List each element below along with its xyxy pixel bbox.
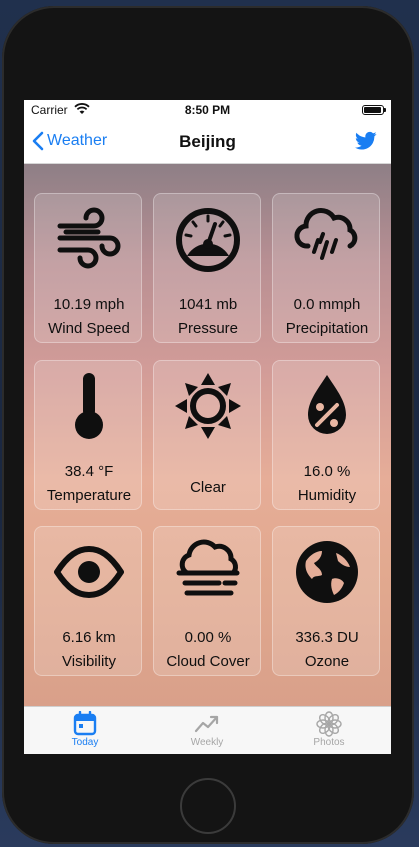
tab-photos-label: Photos xyxy=(313,737,345,748)
condition-label: Clear xyxy=(190,479,226,496)
visibility-value: 6.16 km xyxy=(62,629,116,646)
gauge-icon xyxy=(176,208,240,272)
calendar-icon xyxy=(73,711,97,736)
cloud-cover-label: Cloud Cover xyxy=(166,653,250,670)
tile-condition[interactable]: Clear xyxy=(153,360,261,510)
tile-precipitation[interactable]: 0.0 mmph Precipitation xyxy=(272,193,380,343)
page-title: Beijing xyxy=(179,132,236,151)
visibility-label: Visibility xyxy=(62,653,116,670)
tile-cloud-cover[interactable]: 0.00 % Cloud Cover xyxy=(153,526,261,676)
tab-photos[interactable]: Photos xyxy=(268,711,390,748)
wind-speed-value: 10.19 mph xyxy=(53,296,125,313)
rain-cloud-icon xyxy=(294,207,358,260)
wind-speed-label: Wind Speed xyxy=(48,320,130,337)
tab-weekly-label: Weekly xyxy=(190,737,224,748)
thermometer-icon xyxy=(75,373,103,439)
wind-icon xyxy=(57,207,121,269)
eye-icon xyxy=(54,546,124,598)
tab-weekly[interactable]: Weekly xyxy=(146,711,268,748)
precipitation-label: Precipitation xyxy=(285,320,369,337)
home-button[interactable] xyxy=(180,778,236,834)
tab-today[interactable]: Today xyxy=(24,711,146,748)
precipitation-value: 0.0 mmph xyxy=(293,296,361,313)
tab-bar: Today Weekly Photos xyxy=(24,706,391,754)
tile-temperature[interactable]: 38.4 °F Temperature xyxy=(34,360,142,510)
cloud-cover-value: 0.00 % xyxy=(184,629,232,646)
fog-cloud-icon xyxy=(176,539,240,596)
twitter-share-button[interactable] xyxy=(355,131,377,156)
humidity-value: 16.0 % xyxy=(303,463,351,480)
temperature-value: 38.4 °F xyxy=(64,463,114,480)
humidity-drop-icon xyxy=(308,375,346,434)
temperature-label: Temperature xyxy=(46,487,132,504)
twitter-icon xyxy=(355,131,377,150)
tab-today-label: Today xyxy=(71,737,99,748)
humidity-label: Humidity xyxy=(297,487,357,504)
ozone-label: Ozone xyxy=(304,653,350,670)
ozone-value: 336.3 DU xyxy=(295,629,359,646)
sun-icon xyxy=(175,373,241,439)
status-bar: Carrier 8:50 PM xyxy=(24,100,391,120)
globe-icon xyxy=(296,541,358,603)
tile-ozone[interactable]: 336.3 DU Ozone xyxy=(272,526,380,676)
battery-icon xyxy=(362,105,386,115)
app-screen: Carrier 8:50 PM Weather Beijing 10.19 mp… xyxy=(24,100,391,754)
weather-grid: 10.19 mph Wind Speed 1041 mb Pressure 0.… xyxy=(24,164,391,706)
clock-time: 8:50 PM xyxy=(184,103,231,117)
flower-icon xyxy=(316,711,342,737)
pressure-label: Pressure xyxy=(177,320,239,337)
pressure-value: 1041 mb xyxy=(178,296,238,313)
tile-wind-speed[interactable]: 10.19 mph Wind Speed xyxy=(34,193,142,343)
tile-pressure[interactable]: 1041 mb Pressure xyxy=(153,193,261,343)
tile-humidity[interactable]: 16.0 % Humidity xyxy=(272,360,380,510)
trend-icon xyxy=(194,715,219,733)
tile-visibility[interactable]: 6.16 km Visibility xyxy=(34,526,142,676)
navigation-bar: Weather Beijing xyxy=(24,120,391,164)
